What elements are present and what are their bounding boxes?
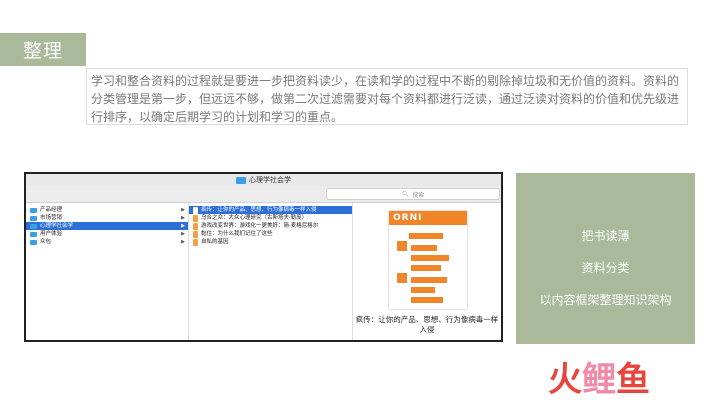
brand-logo: 火鲤鱼 xyxy=(548,360,650,400)
document-icon xyxy=(193,238,198,246)
file-label: 自私的基因 xyxy=(201,239,229,245)
panel-line: 以内容框架整理知识架构 xyxy=(539,293,672,307)
folder-label: 众包 xyxy=(40,239,52,245)
preview-caption: 疯传：让你的产品、思想、行为像病毒一样入侵 xyxy=(355,315,499,334)
chevron-right-icon: ▶ xyxy=(181,239,185,245)
chevron-right-icon: ▶ xyxy=(181,215,185,221)
logo-char: 火 xyxy=(548,360,582,400)
cover-bar xyxy=(411,277,447,283)
document-icon xyxy=(193,222,198,230)
logo-char: 鲤 xyxy=(582,360,616,400)
cover-bar xyxy=(411,245,437,251)
section-title: 整理 xyxy=(0,33,86,66)
cover-bar xyxy=(411,265,441,271)
folder-icon xyxy=(30,215,37,221)
summary-panel: 把书读薄 资料分类 以内容框架整理知识架构 xyxy=(516,173,695,344)
panel-line: 把书读薄 xyxy=(581,229,630,243)
panel-line: 资料分类 xyxy=(581,261,630,275)
folder-row[interactable]: 众包 ▶ xyxy=(26,238,188,246)
finder-columns: 产品经理 ▶ 市场营销 ▶ 心理学社会学 ▶ 用户体验 ▶ 众包 ▶ 疯传：让你… xyxy=(26,202,501,340)
folder-icon xyxy=(30,231,37,237)
folder-icon xyxy=(30,223,37,229)
chevron-right-icon: ▶ xyxy=(181,223,185,229)
finder-window: 心理学社会学 🔍︎ 搜索 产品经理 ▶ 市场营销 ▶ 心理学社会学 ▶ 用户体验… xyxy=(24,172,503,342)
cover-square xyxy=(397,273,407,283)
folder-icon xyxy=(30,207,37,213)
folder-row[interactable]: 产品经理 ▶ xyxy=(26,206,188,214)
file-row[interactable]: 自私的基因 xyxy=(189,238,352,246)
book-cover-title: ORNI xyxy=(389,211,467,225)
document-icon xyxy=(193,214,198,222)
folder-icon xyxy=(30,239,37,245)
file-row-selected[interactable]: 疯传：让你的产品、思想、行为像病毒一样入侵 xyxy=(189,206,352,214)
chevron-right-icon: ▶ xyxy=(181,207,185,213)
chevron-right-icon: ▶ xyxy=(181,231,185,237)
search-input[interactable]: 🔍︎ 搜索 xyxy=(326,188,500,200)
file-row[interactable]: 黏住：为什么我们记住了这些 xyxy=(189,230,352,238)
book-cover-preview: ORNI xyxy=(389,211,467,309)
search-icon: 🔍︎ xyxy=(401,190,410,198)
file-row[interactable]: 游戏改变世界：游戏化一更美好：简·麦格尼格尔 xyxy=(189,222,352,230)
cover-bar xyxy=(411,287,435,293)
folder-label: 心理学社会学 xyxy=(40,223,74,229)
file-label: 乌合之众：大众心理研究（古斯塔夫·勒庞） xyxy=(201,215,308,221)
finder-column-files: 疯传：让你的产品、思想、行为像病毒一样入侵 乌合之众：大众心理研究（古斯塔夫·勒… xyxy=(189,203,353,340)
folder-row-selected[interactable]: 心理学社会学 ▶ xyxy=(26,222,188,230)
file-row[interactable]: 乌合之众：大众心理研究（古斯塔夫·勒庞） xyxy=(189,214,352,222)
folder-label: 用户体验 xyxy=(40,231,63,237)
folder-row[interactable]: 市场营销 ▶ xyxy=(26,214,188,222)
folder-icon xyxy=(236,176,246,184)
file-label: 游戏改变世界：游戏化一更美好：简·麦格尼格尔 xyxy=(201,223,319,229)
cover-bar xyxy=(411,297,443,303)
file-label: 疯传：让你的产品、思想、行为像病毒一样入侵 xyxy=(201,207,317,213)
folder-label: 产品经理 xyxy=(40,207,63,213)
document-icon xyxy=(193,230,198,238)
search-placeholder: 搜索 xyxy=(412,191,425,199)
logo-char: 鱼 xyxy=(616,360,650,400)
file-label: 黏住：为什么我们记住了这些 xyxy=(201,231,273,237)
cover-bar xyxy=(411,255,449,261)
finder-window-title: 心理学社会学 xyxy=(249,176,291,184)
intro-text: 学习和整合资料的过程就是要进一步把资料读少，在读和学的过程中不断的剔除掉垃圾和无… xyxy=(86,68,688,125)
document-icon xyxy=(193,206,198,214)
finder-titlebar: 心理学社会学 xyxy=(26,174,501,186)
cover-bar xyxy=(409,233,443,239)
folder-label: 市场营销 xyxy=(40,215,63,221)
finder-preview: ORNI 疯传：让你的产品、思想、行为像病毒一样入侵 xyxy=(353,203,501,340)
folder-row[interactable]: 用户体验 ▶ xyxy=(26,230,188,238)
finder-column-folders: 产品经理 ▶ 市场营销 ▶ 心理学社会学 ▶ 用户体验 ▶ 众包 ▶ xyxy=(26,203,189,340)
cover-square xyxy=(397,241,407,251)
